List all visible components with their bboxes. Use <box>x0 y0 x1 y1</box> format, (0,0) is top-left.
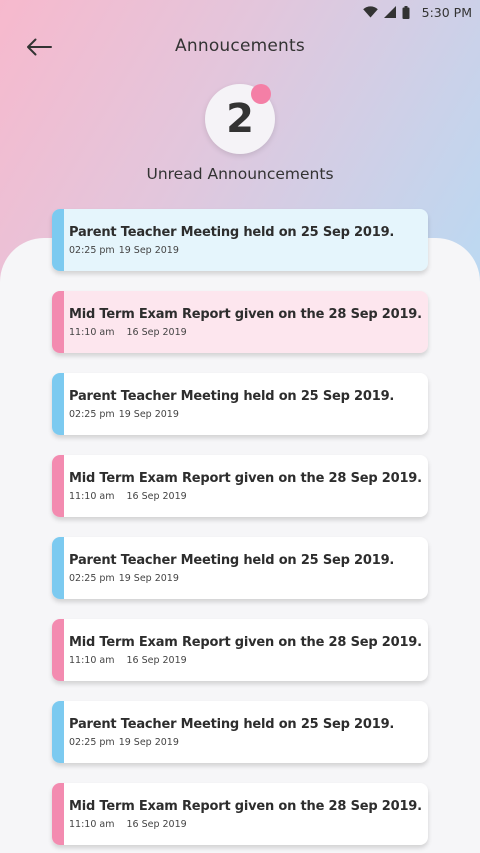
announcement-date: 19 Sep 2019 <box>118 245 179 256</box>
announcement-title: Parent Teacher Meeting held on 25 Sep 20… <box>69 717 395 732</box>
card-accent-bar <box>52 455 64 517</box>
announcement-date: 19 Sep 2019 <box>118 573 179 584</box>
announcement-meta: 11:10 am 16 Sep 2019 <box>69 655 187 666</box>
announcement-date: 19 Sep 2019 <box>118 737 179 748</box>
announcement-card[interactable]: Parent Teacher Meeting held on 25 Sep 20… <box>52 701 428 763</box>
announcement-time: 11:10 am <box>69 491 115 502</box>
announcement-meta: 02:25 pm 19 Sep 2019 <box>69 573 179 584</box>
card-accent-bar <box>52 537 64 599</box>
announcement-time: 11:10 am <box>69 655 115 666</box>
announcement-meta: 02:25 pm 19 Sep 2019 <box>69 245 179 256</box>
announcement-title: Parent Teacher Meeting held on 25 Sep 20… <box>69 389 395 404</box>
announcement-date: 16 Sep 2019 <box>126 491 187 502</box>
card-accent-bar <box>52 783 64 845</box>
announcement-time: 11:10 am <box>69 327 115 338</box>
announcement-title: Mid Term Exam Report given on the 28 Sep… <box>69 635 422 650</box>
announcement-title: Mid Term Exam Report given on the 28 Sep… <box>69 471 422 486</box>
card-accent-bar <box>52 209 64 271</box>
announcement-time: 02:25 pm <box>69 245 115 256</box>
announcement-time: 02:25 pm <box>69 409 115 420</box>
page-title: Annoucements <box>175 36 305 56</box>
announcement-title: Mid Term Exam Report given on the 28 Sep… <box>69 799 422 814</box>
card-accent-bar <box>52 619 64 681</box>
announcement-date: 16 Sep 2019 <box>126 327 187 338</box>
announcement-meta: 02:25 pm 19 Sep 2019 <box>69 737 179 748</box>
unread-caption: Unread Announcements <box>146 165 334 183</box>
announcement-card[interactable]: Parent Teacher Meeting held on 25 Sep 20… <box>52 373 428 435</box>
announcement-card[interactable]: Mid Term Exam Report given on the 28 Sep… <box>52 619 428 681</box>
announcement-meta: 02:25 pm 19 Sep 2019 <box>69 409 179 420</box>
card-accent-bar <box>52 373 64 435</box>
wifi-icon <box>362 6 378 18</box>
card-accent-bar <box>52 701 64 763</box>
announcement-title: Parent Teacher Meeting held on 25 Sep 20… <box>69 225 395 240</box>
announcement-time: 11:10 am <box>69 819 115 830</box>
announcement-date: 19 Sep 2019 <box>118 409 179 420</box>
announcement-card[interactable]: Mid Term Exam Report given on the 28 Sep… <box>52 455 428 517</box>
status-bar: 5:30 PM <box>0 0 480 24</box>
announcement-card[interactable]: Parent Teacher Meeting held on 25 Sep 20… <box>52 209 428 271</box>
announcement-card[interactable]: Mid Term Exam Report given on the 28 Sep… <box>52 291 428 353</box>
announcement-meta: 11:10 am 16 Sep 2019 <box>69 327 187 338</box>
announcement-date: 16 Sep 2019 <box>126 655 187 666</box>
announcement-card[interactable]: Parent Teacher Meeting held on 25 Sep 20… <box>52 537 428 599</box>
announcement-title: Mid Term Exam Report given on the 28 Sep… <box>69 307 422 322</box>
announcement-meta: 11:10 am 16 Sep 2019 <box>69 819 187 830</box>
battery-icon <box>402 5 410 19</box>
announcement-card[interactable]: Mid Term Exam Report given on the 28 Sep… <box>52 783 428 845</box>
announcement-time: 02:25 pm <box>69 737 115 748</box>
announcement-title: Parent Teacher Meeting held on 25 Sep 20… <box>69 553 395 568</box>
card-accent-bar <box>52 291 64 353</box>
announcement-meta: 11:10 am 16 Sep 2019 <box>69 491 187 502</box>
announcement-time: 02:25 pm <box>69 573 115 584</box>
signal-icon <box>383 6 396 18</box>
status-time: 5:30 PM <box>421 4 472 20</box>
notification-dot <box>251 84 271 104</box>
announcement-date: 16 Sep 2019 <box>126 819 187 830</box>
